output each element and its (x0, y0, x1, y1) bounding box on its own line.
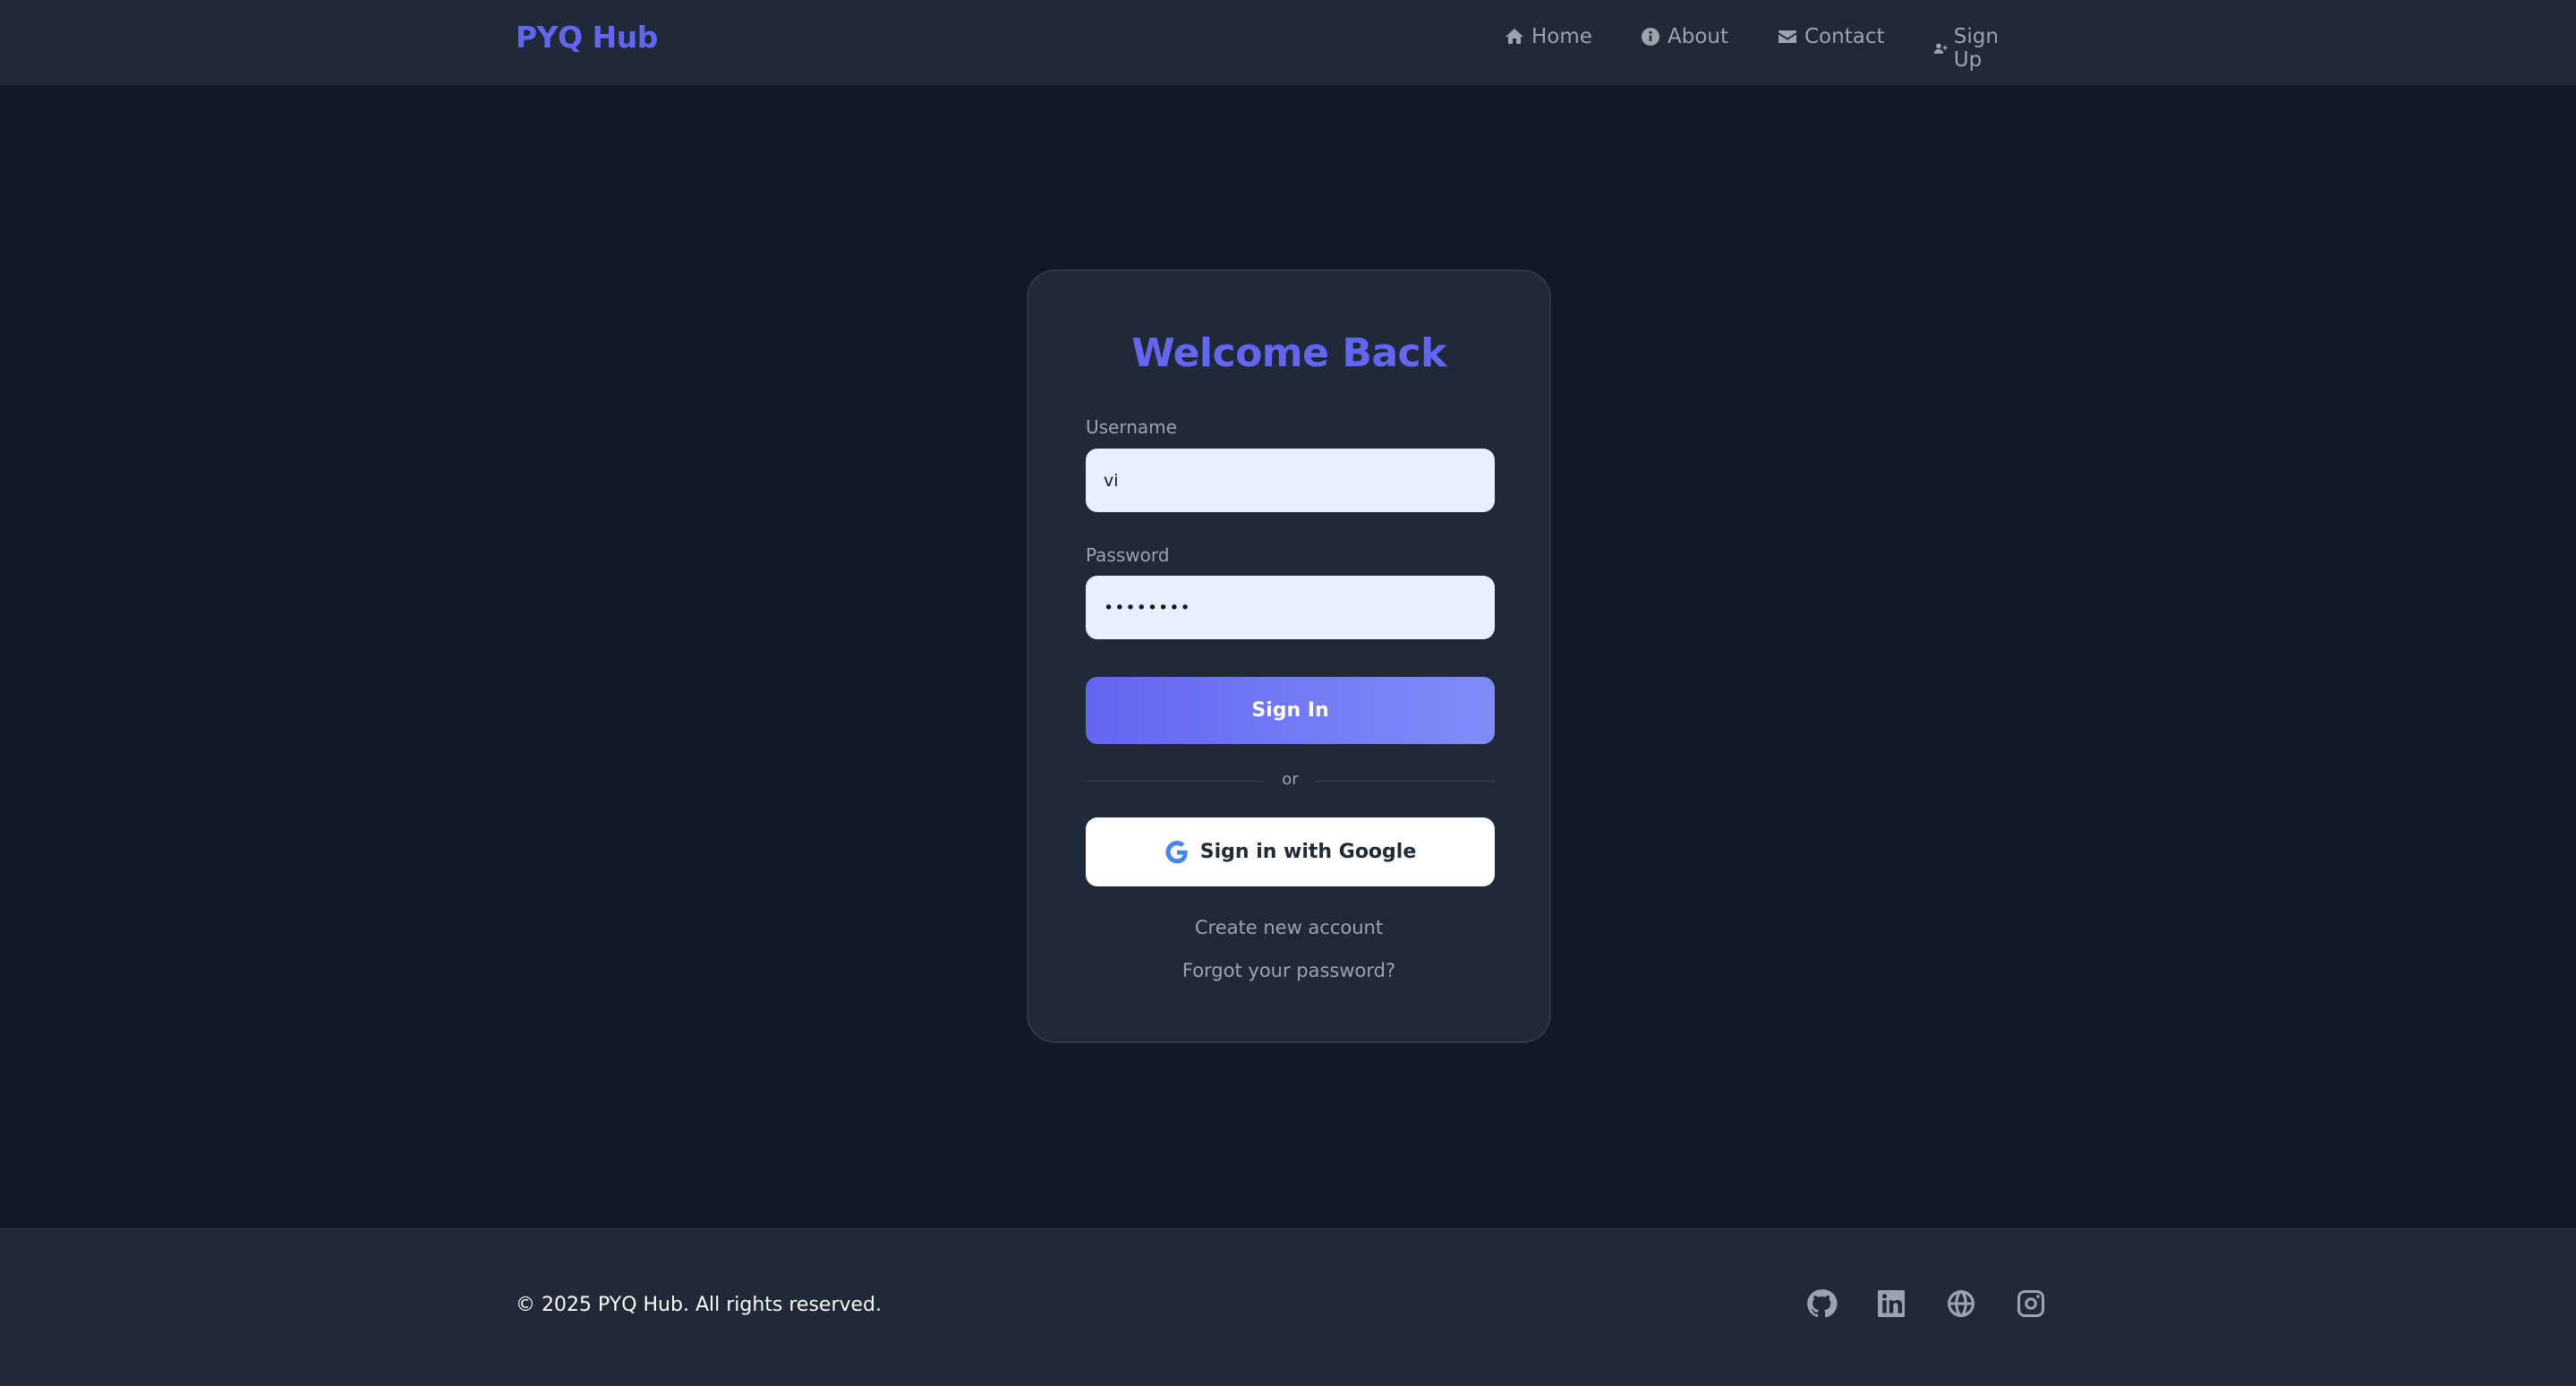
instagram-link[interactable] (2015, 1288, 2047, 1320)
info-icon (1642, 28, 1659, 46)
nav-contact-link[interactable]: Contact (1777, 25, 1884, 48)
top-navbar: PYQ Hub Home About Contact Sign Up (0, 0, 2576, 85)
create-account-link[interactable]: Create new account (1028, 917, 1549, 938)
divider-text: or (1282, 770, 1299, 789)
copyright-text: © 2025 PYQ Hub. All rights reserved. (516, 1294, 883, 1316)
sign-in-button[interactable]: Sign In (1086, 677, 1495, 744)
linkedin-icon (1878, 1290, 1905, 1317)
username-label: Username (1086, 416, 1177, 438)
nav-about-link[interactable]: About (1640, 25, 1728, 48)
nav-signup-link[interactable]: Sign Up (1933, 25, 2006, 72)
user-plus-icon (1933, 43, 1948, 54)
nav-signup-label: Sign Up (1953, 25, 1999, 72)
brand-logo[interactable]: PYQ Hub (516, 20, 658, 55)
page-footer: © 2025 PYQ Hub. All rights reserved. (0, 1228, 2576, 1386)
linkedin-link[interactable] (1875, 1288, 1907, 1320)
forgot-password-link[interactable]: Forgot your password? (1028, 960, 1549, 981)
website-link[interactable] (1945, 1288, 1977, 1320)
github-link[interactable] (1805, 1288, 1838, 1320)
envelope-icon (1778, 30, 1796, 43)
login-title: Welcome Back (1131, 330, 1446, 376)
google-signin-button[interactable]: Sign in with Google (1086, 817, 1495, 886)
password-input[interactable] (1086, 576, 1495, 639)
github-icon (1807, 1289, 1838, 1318)
instagram-icon (2017, 1290, 2044, 1317)
divider-line-right (1316, 781, 1495, 782)
google-signin-label: Sign in with Google (1199, 841, 1417, 863)
password-label: Password (1086, 544, 1170, 566)
nav-home-label: Home (1531, 25, 1592, 48)
nav-home-link[interactable]: Home (1504, 25, 1592, 48)
globe-icon (1948, 1290, 1975, 1317)
login-card: Welcome Back Username Password Sign In o… (1027, 270, 1551, 1043)
nav-about-label: About (1668, 25, 1729, 48)
nav-contact-label: Contact (1804, 25, 1885, 48)
google-icon (1165, 840, 1188, 863)
or-divider: or (1086, 770, 1495, 791)
home-icon (1506, 29, 1523, 44)
username-input[interactable] (1086, 449, 1495, 512)
